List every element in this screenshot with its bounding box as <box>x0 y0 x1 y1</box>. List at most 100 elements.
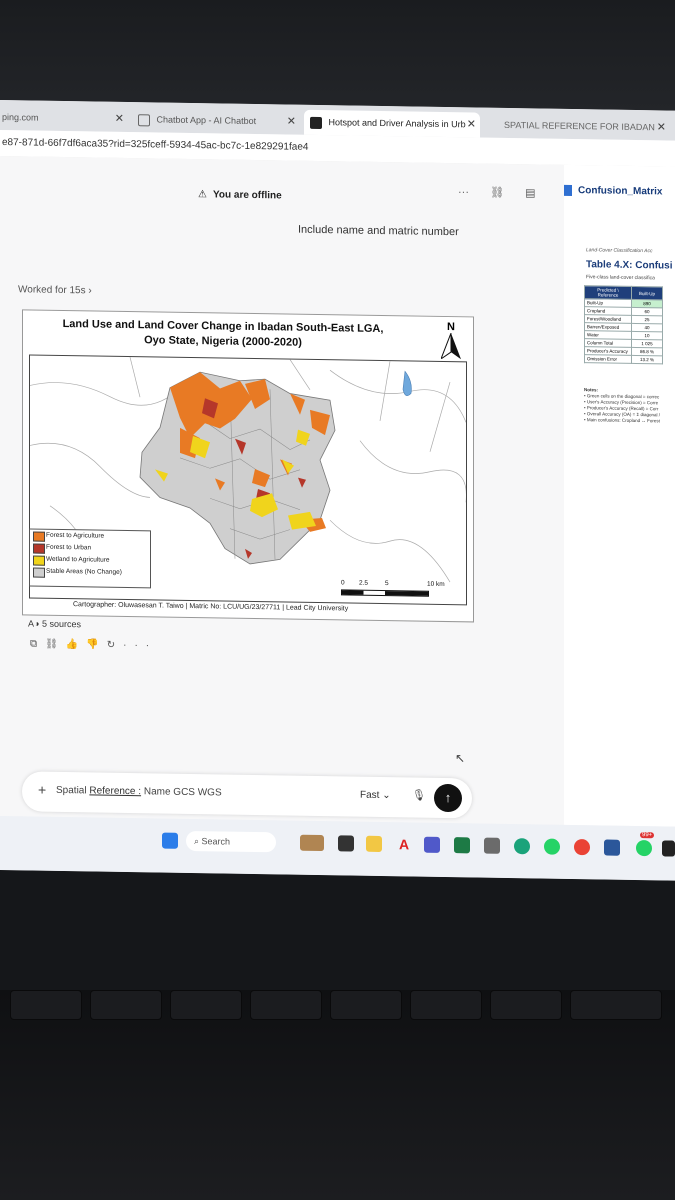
archive-icon[interactable]: ▤ <box>525 187 535 199</box>
notification-badge: 99+ <box>640 832 655 839</box>
tab-spatial-reference[interactable]: SPATIAL REFERENCE FOR IBADAN ✕ <box>500 113 670 141</box>
keyboard-key <box>490 990 562 1020</box>
edge-icon[interactable] <box>514 838 530 855</box>
task-view-icon[interactable] <box>338 835 354 852</box>
url-text: e87-871d-66f7df6aca35?rid=325fceff-5934-… <box>2 137 309 153</box>
word-icon[interactable] <box>604 839 620 856</box>
keyboard-key <box>90 990 162 1020</box>
scale-label: 5 <box>385 580 389 588</box>
table-header-cell: Predicted \ Reference <box>584 285 632 300</box>
whatsapp-business-icon[interactable] <box>636 839 652 857</box>
mouse-cursor-icon: ↖ <box>455 751 466 766</box>
map-legend: Forest to Agriculture Forest to Urban We… <box>29 528 151 589</box>
regenerate-icon[interactable]: ↻ <box>107 640 123 651</box>
sources-icon: A◑ <box>28 618 42 629</box>
user-message: Include name and matric number <box>298 223 459 239</box>
table-subtitle: Five-class land-cover classifica <box>586 274 655 282</box>
thumbs-up-icon[interactable]: 👍 <box>66 639 86 650</box>
map-credit: Cartographer: Oluwasesan T. Taiwo | Matr… <box>73 601 349 613</box>
tab-label: Chatbot App - AI Chatbot <box>156 114 257 127</box>
file-explorer-icon[interactable] <box>366 835 382 853</box>
whatsapp-icon[interactable] <box>544 838 560 855</box>
north-arrow-shape <box>439 332 461 361</box>
sources-label: 5 sources <box>41 618 81 630</box>
copy-icon[interactable]: ⧉ <box>30 638 45 649</box>
map-image[interactable]: Land Use and Land Cover Change in Ibadan… <box>22 309 474 623</box>
microphone-icon[interactable]: 🎙 <box>412 788 426 801</box>
teams-icon[interactable] <box>424 836 440 853</box>
table-cell: Omission Error <box>584 354 632 364</box>
close-icon[interactable]: ✕ <box>115 107 124 132</box>
acrobat-icon[interactable]: A <box>396 836 412 852</box>
message-actions: ⧉⛓👍👎↻··· <box>30 638 157 651</box>
calculator-icon[interactable] <box>484 837 500 854</box>
close-icon[interactable]: ✕ <box>467 112 476 137</box>
legend-label: Wetland to Agriculture <box>46 555 110 564</box>
scale-bar-graphic <box>341 589 429 597</box>
arrow-up-icon: ↑ <box>444 789 452 806</box>
north-label: N <box>447 321 455 334</box>
close-icon[interactable]: ✕ <box>657 115 666 140</box>
chrome-icon[interactable] <box>574 839 590 856</box>
scale-label: 0 <box>341 579 345 587</box>
chevron-down-icon: ⌄ <box>382 790 391 802</box>
map-title: Land Use and Land Cover Change in Ibadan… <box>23 316 423 352</box>
widgets-icon[interactable] <box>300 834 324 852</box>
legend-label: Forest to Agriculture <box>46 531 105 540</box>
notes-line: • Main confusions: Cropland ↔ Forest <box>584 417 660 424</box>
excel-icon[interactable] <box>454 837 470 854</box>
scale-label: 2.5 <box>359 579 369 587</box>
tab-ping[interactable]: ping.com ✕ <box>0 105 128 132</box>
link-icon[interactable]: ⛓ <box>45 639 66 650</box>
table-header-row: Predicted \ Reference Built-Up <box>584 285 663 300</box>
keyboard-key <box>330 990 402 1020</box>
scale-bar: 0 2.5 5 10 km <box>341 579 461 601</box>
legend-swatch <box>33 567 45 578</box>
thumbs-down-icon[interactable]: 👎 <box>86 639 106 650</box>
legend-label: Stable Areas (No Change) <box>46 567 122 576</box>
table-cell: 13.2 % <box>631 355 663 364</box>
more-icon[interactable]: ··· <box>123 640 157 652</box>
keyboard-key <box>570 990 662 1020</box>
mode-label: Fast <box>360 789 380 801</box>
desk-background <box>0 0 675 110</box>
link-icon[interactable]: ⛓ <box>490 187 504 199</box>
chat-toolbar: ··· ⛓ ▤ <box>458 185 554 200</box>
taskbar-search[interactable]: ⌕ Search <box>186 830 276 853</box>
legend-label: Forest to Urban <box>46 543 92 552</box>
composer-text-link: Reference : <box>89 785 142 798</box>
more-icon[interactable]: ··· <box>458 186 469 198</box>
legend-swatch <box>33 543 45 554</box>
tab-label: ping.com <box>2 112 39 123</box>
tab-chatbot[interactable]: Chatbot App - AI Chatbot ✕ <box>132 107 300 135</box>
tab-hotspot[interactable]: Hotspot and Driver Analysis in Urb ✕ <box>304 109 480 138</box>
search-placeholder: Search <box>201 836 231 847</box>
warning-icon: ⚠ <box>198 189 207 201</box>
chatbot-icon <box>138 113 150 126</box>
legend-swatch <box>33 531 45 542</box>
keyboard-key <box>250 990 322 1020</box>
composer-text-prefix: Spatial <box>56 784 90 797</box>
document-heading: Land-Cover Classification Acc <box>586 247 653 255</box>
send-button[interactable]: ↑ <box>434 783 462 813</box>
worked-for-toggle[interactable]: Worked for 15s › <box>18 284 92 296</box>
app-icon[interactable] <box>662 840 675 857</box>
tab-label: SPATIAL REFERENCE FOR IBADAN <box>504 119 655 133</box>
mode-selector[interactable]: Fast ⌄ <box>360 790 391 801</box>
document-icon <box>564 184 572 196</box>
windows-start-icon[interactable] <box>162 832 178 849</box>
plus-icon[interactable]: + <box>38 782 46 798</box>
composer-input[interactable]: Spatial Reference : Name GCS WGS <box>56 785 222 799</box>
keyboard-key <box>410 990 482 1020</box>
table-notes: Notes: • Green cells on the diagonal = c… <box>584 387 660 424</box>
document-title[interactable]: Confusion_Matrix <box>578 185 662 197</box>
laptop-screen: ping.com ✕ Chatbot App - AI Chatbot ✕ Ho… <box>0 100 675 881</box>
close-icon[interactable]: ✕ <box>287 110 296 135</box>
confusion-matrix-table: Predicted \ Reference Built-Up Built-Up 8… <box>584 285 663 364</box>
offline-text: You are offline <box>212 189 282 202</box>
offline-banner: ⚠ You are offline <box>198 189 282 201</box>
message-composer[interactable]: + Spatial Reference : Name GCS WGS Fast … <box>22 771 472 819</box>
sources-button[interactable]: A◑ 5 sources <box>28 618 81 629</box>
search-icon: ⌕ <box>194 836 202 847</box>
table-header-cell: Built-Up <box>631 286 663 300</box>
